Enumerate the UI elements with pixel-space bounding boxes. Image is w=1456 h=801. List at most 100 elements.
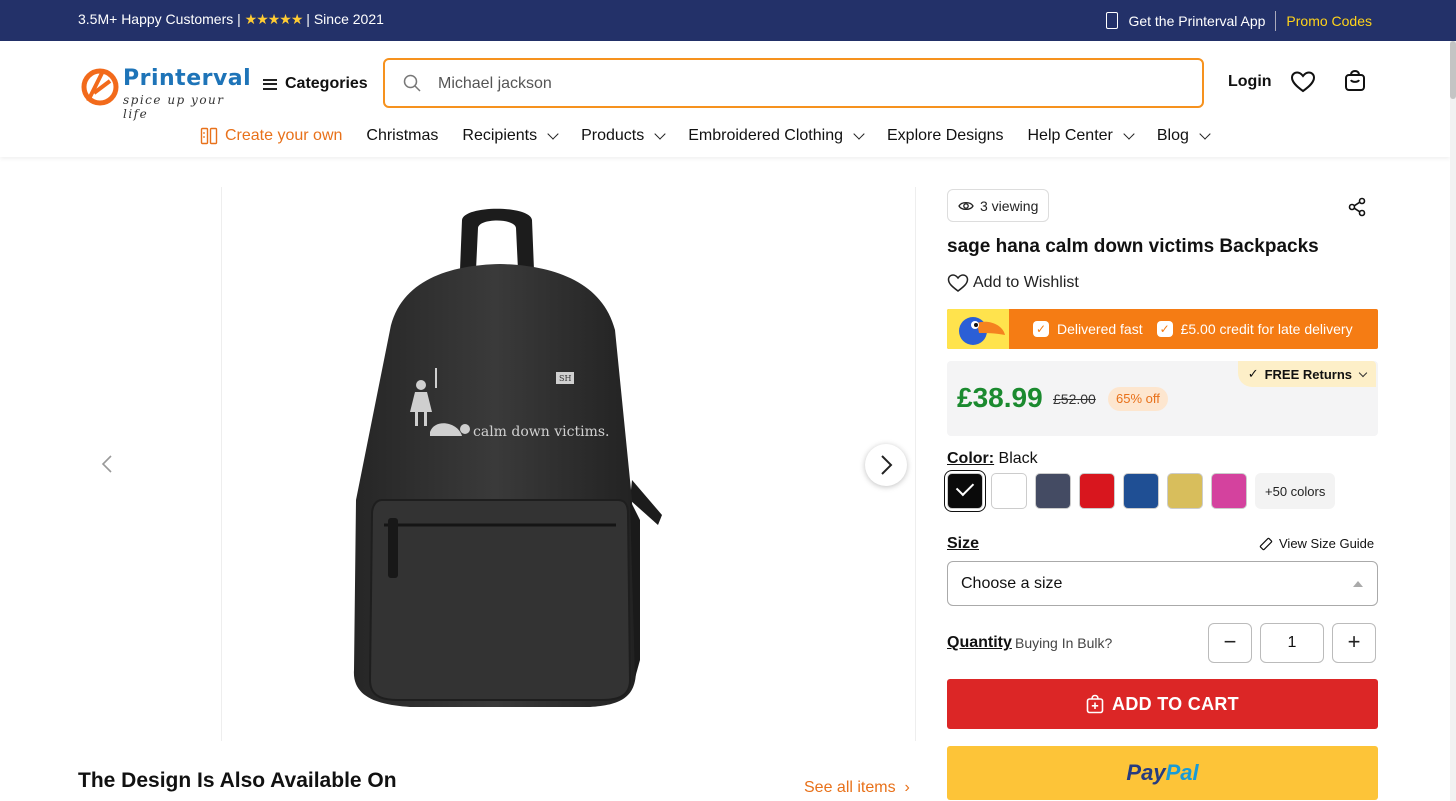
delivery-fast-text: Delivered fast [1057, 321, 1143, 337]
site-header: Printerval spice up your life Categories… [0, 41, 1450, 157]
see-all-label: See all items [804, 779, 896, 796]
delivery-banner: ✓ Delivered fast ✓ £5.00 credit for late… [947, 309, 1378, 349]
price-box: ✓ FREE Returns £38.99 £52.00 65% off [947, 361, 1378, 436]
rating-stars: ★★★★★ [244, 11, 304, 27]
search-icon[interactable] [403, 74, 421, 92]
gallery-next-button[interactable] [865, 444, 907, 486]
chevron-down-icon [1358, 368, 1368, 377]
nav-explore-designs[interactable]: Explore Designs [887, 127, 1004, 145]
page-scrollbar[interactable] [1450, 41, 1456, 801]
chevron-down-icon [1199, 128, 1211, 140]
toucan-mascot-icon [947, 309, 1009, 349]
discount-badge: 65% off [1108, 387, 1168, 411]
delivery-credit-text: £5.00 credit for late delivery [1180, 321, 1353, 337]
nav-label: Help Center [1027, 127, 1113, 144]
promo-codes-link[interactable]: Promo Codes [1286, 13, 1372, 29]
checkmark-icon: ✓ [1247, 366, 1259, 381]
wishlist-label: Add to Wishlist [973, 274, 1079, 291]
color-swatch-gold[interactable] [1167, 473, 1203, 509]
add-to-wishlist-button[interactable]: Add to Wishlist [947, 273, 1079, 293]
add-to-cart-button[interactable]: ADD TO CART [947, 679, 1378, 729]
eye-icon [958, 201, 974, 210]
heart-icon [947, 274, 969, 292]
color-heading: Color: [947, 450, 995, 467]
quantity-increase-button[interactable]: + [1332, 623, 1376, 663]
viewing-count: 3 viewing [980, 197, 1039, 214]
product-image[interactable]: calm down victims. SH [340, 200, 680, 720]
size-guide-label: View Size Guide [1279, 536, 1375, 551]
gallery-divider [221, 187, 222, 741]
pencil-ruler-icon [200, 127, 218, 145]
search-input[interactable] [438, 72, 1138, 96]
selected-color: Black [994, 450, 1038, 467]
announcement-bar: 3.5M+ Happy Customers | ★★★★★ | Since 20… [0, 0, 1456, 41]
free-returns-label: FREE Returns [1264, 366, 1352, 382]
color-label: Color: Black [947, 450, 1038, 468]
customers-info: 3.5M+ Happy Customers | ★★★★★ | Since 20… [78, 11, 384, 28]
color-swatch-black[interactable] [947, 473, 983, 509]
color-swatch-red[interactable] [1079, 473, 1115, 509]
phone-icon [1106, 11, 1119, 29]
nav-label: Create your own [225, 127, 343, 144]
paypal-button[interactable]: Pay Pal [947, 746, 1378, 800]
nav-label: Explore Designs [887, 127, 1004, 144]
divider [1275, 11, 1277, 31]
check-icon: ✓ [1156, 321, 1173, 337]
main-nav: Create your own Christmas Recipients Pro… [200, 127, 1233, 145]
check-icon [955, 477, 975, 497]
shopping-bag-plus-icon [1086, 694, 1104, 714]
size-select[interactable]: Choose a size [947, 561, 1378, 606]
product-title: sage hana calm down victims Backpacks [947, 236, 1319, 257]
size-guide-link[interactable]: View Size Guide [1259, 536, 1374, 551]
color-swatch-navy-gray[interactable] [1035, 473, 1071, 509]
logo-icon [81, 68, 119, 106]
login-link[interactable]: Login [1228, 73, 1272, 91]
buying-in-bulk-link[interactable]: Buying In Bulk? [1015, 635, 1112, 651]
gallery-prev-arrow-icon[interactable] [100, 454, 114, 474]
nav-label: Christmas [366, 127, 439, 144]
logo[interactable]: Printerval spice up your life [80, 63, 252, 121]
sale-price: £38.99 [957, 382, 1043, 413]
wishlist-heart-icon[interactable] [1290, 70, 1316, 94]
color-swatch-white[interactable] [991, 473, 1027, 509]
nav-recipients[interactable]: Recipients [462, 127, 559, 145]
caret-up-icon [1353, 581, 1363, 587]
color-swatch-blue[interactable] [1123, 473, 1159, 509]
more-colors-button[interactable]: +50 colors [1255, 473, 1336, 509]
search-bar [383, 58, 1204, 108]
chevron-down-icon [547, 128, 559, 140]
chevron-down-icon [654, 128, 666, 140]
quantity-label: Quantity [947, 634, 1012, 651]
nav-christmas[interactable]: Christmas [366, 127, 438, 145]
since-text: | Since 2021 [302, 11, 384, 27]
chevron-right-icon: › [900, 779, 910, 796]
chevron-down-icon [1123, 128, 1135, 140]
scrollbar-thumb[interactable] [1450, 41, 1456, 99]
categories-button[interactable]: Categories [263, 75, 368, 93]
quantity-decrease-button[interactable]: − [1208, 623, 1252, 663]
print-text: calm down victims. [473, 424, 609, 440]
quantity-input[interactable]: 1 [1260, 623, 1324, 663]
nav-products[interactable]: Products [581, 127, 666, 145]
cart-bag-icon[interactable] [1343, 69, 1367, 93]
free-returns-badge[interactable]: ✓ FREE Returns [1237, 361, 1376, 387]
paypal-logo-pal: Pal [1165, 760, 1199, 785]
nav-label: Blog [1156, 127, 1189, 144]
color-swatch-pink[interactable] [1211, 473, 1247, 509]
nav-help-center[interactable]: Help Center [1027, 127, 1135, 145]
nav-label: Products [581, 127, 645, 144]
chevron-down-icon [853, 128, 865, 140]
customers-text: 3.5M+ Happy Customers | [78, 11, 245, 27]
nav-blog[interactable]: Blog [1156, 127, 1211, 145]
add-to-cart-label: ADD TO CART [1112, 693, 1239, 714]
color-swatches: +50 colors [947, 473, 1336, 509]
nav-create-your-own[interactable]: Create your own [200, 127, 342, 145]
logo-wordmark: Printerval [123, 66, 252, 91]
nav-embroidered-clothing[interactable]: Embroidered Clothing [688, 127, 865, 145]
get-app-link[interactable]: Get the Printerval App [1128, 13, 1265, 29]
nav-label: Embroidered Clothing [688, 127, 843, 144]
check-icon: ✓ [1033, 321, 1049, 337]
share-icon[interactable] [1347, 197, 1367, 217]
see-all-items-link[interactable]: See all items › [804, 779, 910, 797]
menu-icon [263, 78, 277, 90]
